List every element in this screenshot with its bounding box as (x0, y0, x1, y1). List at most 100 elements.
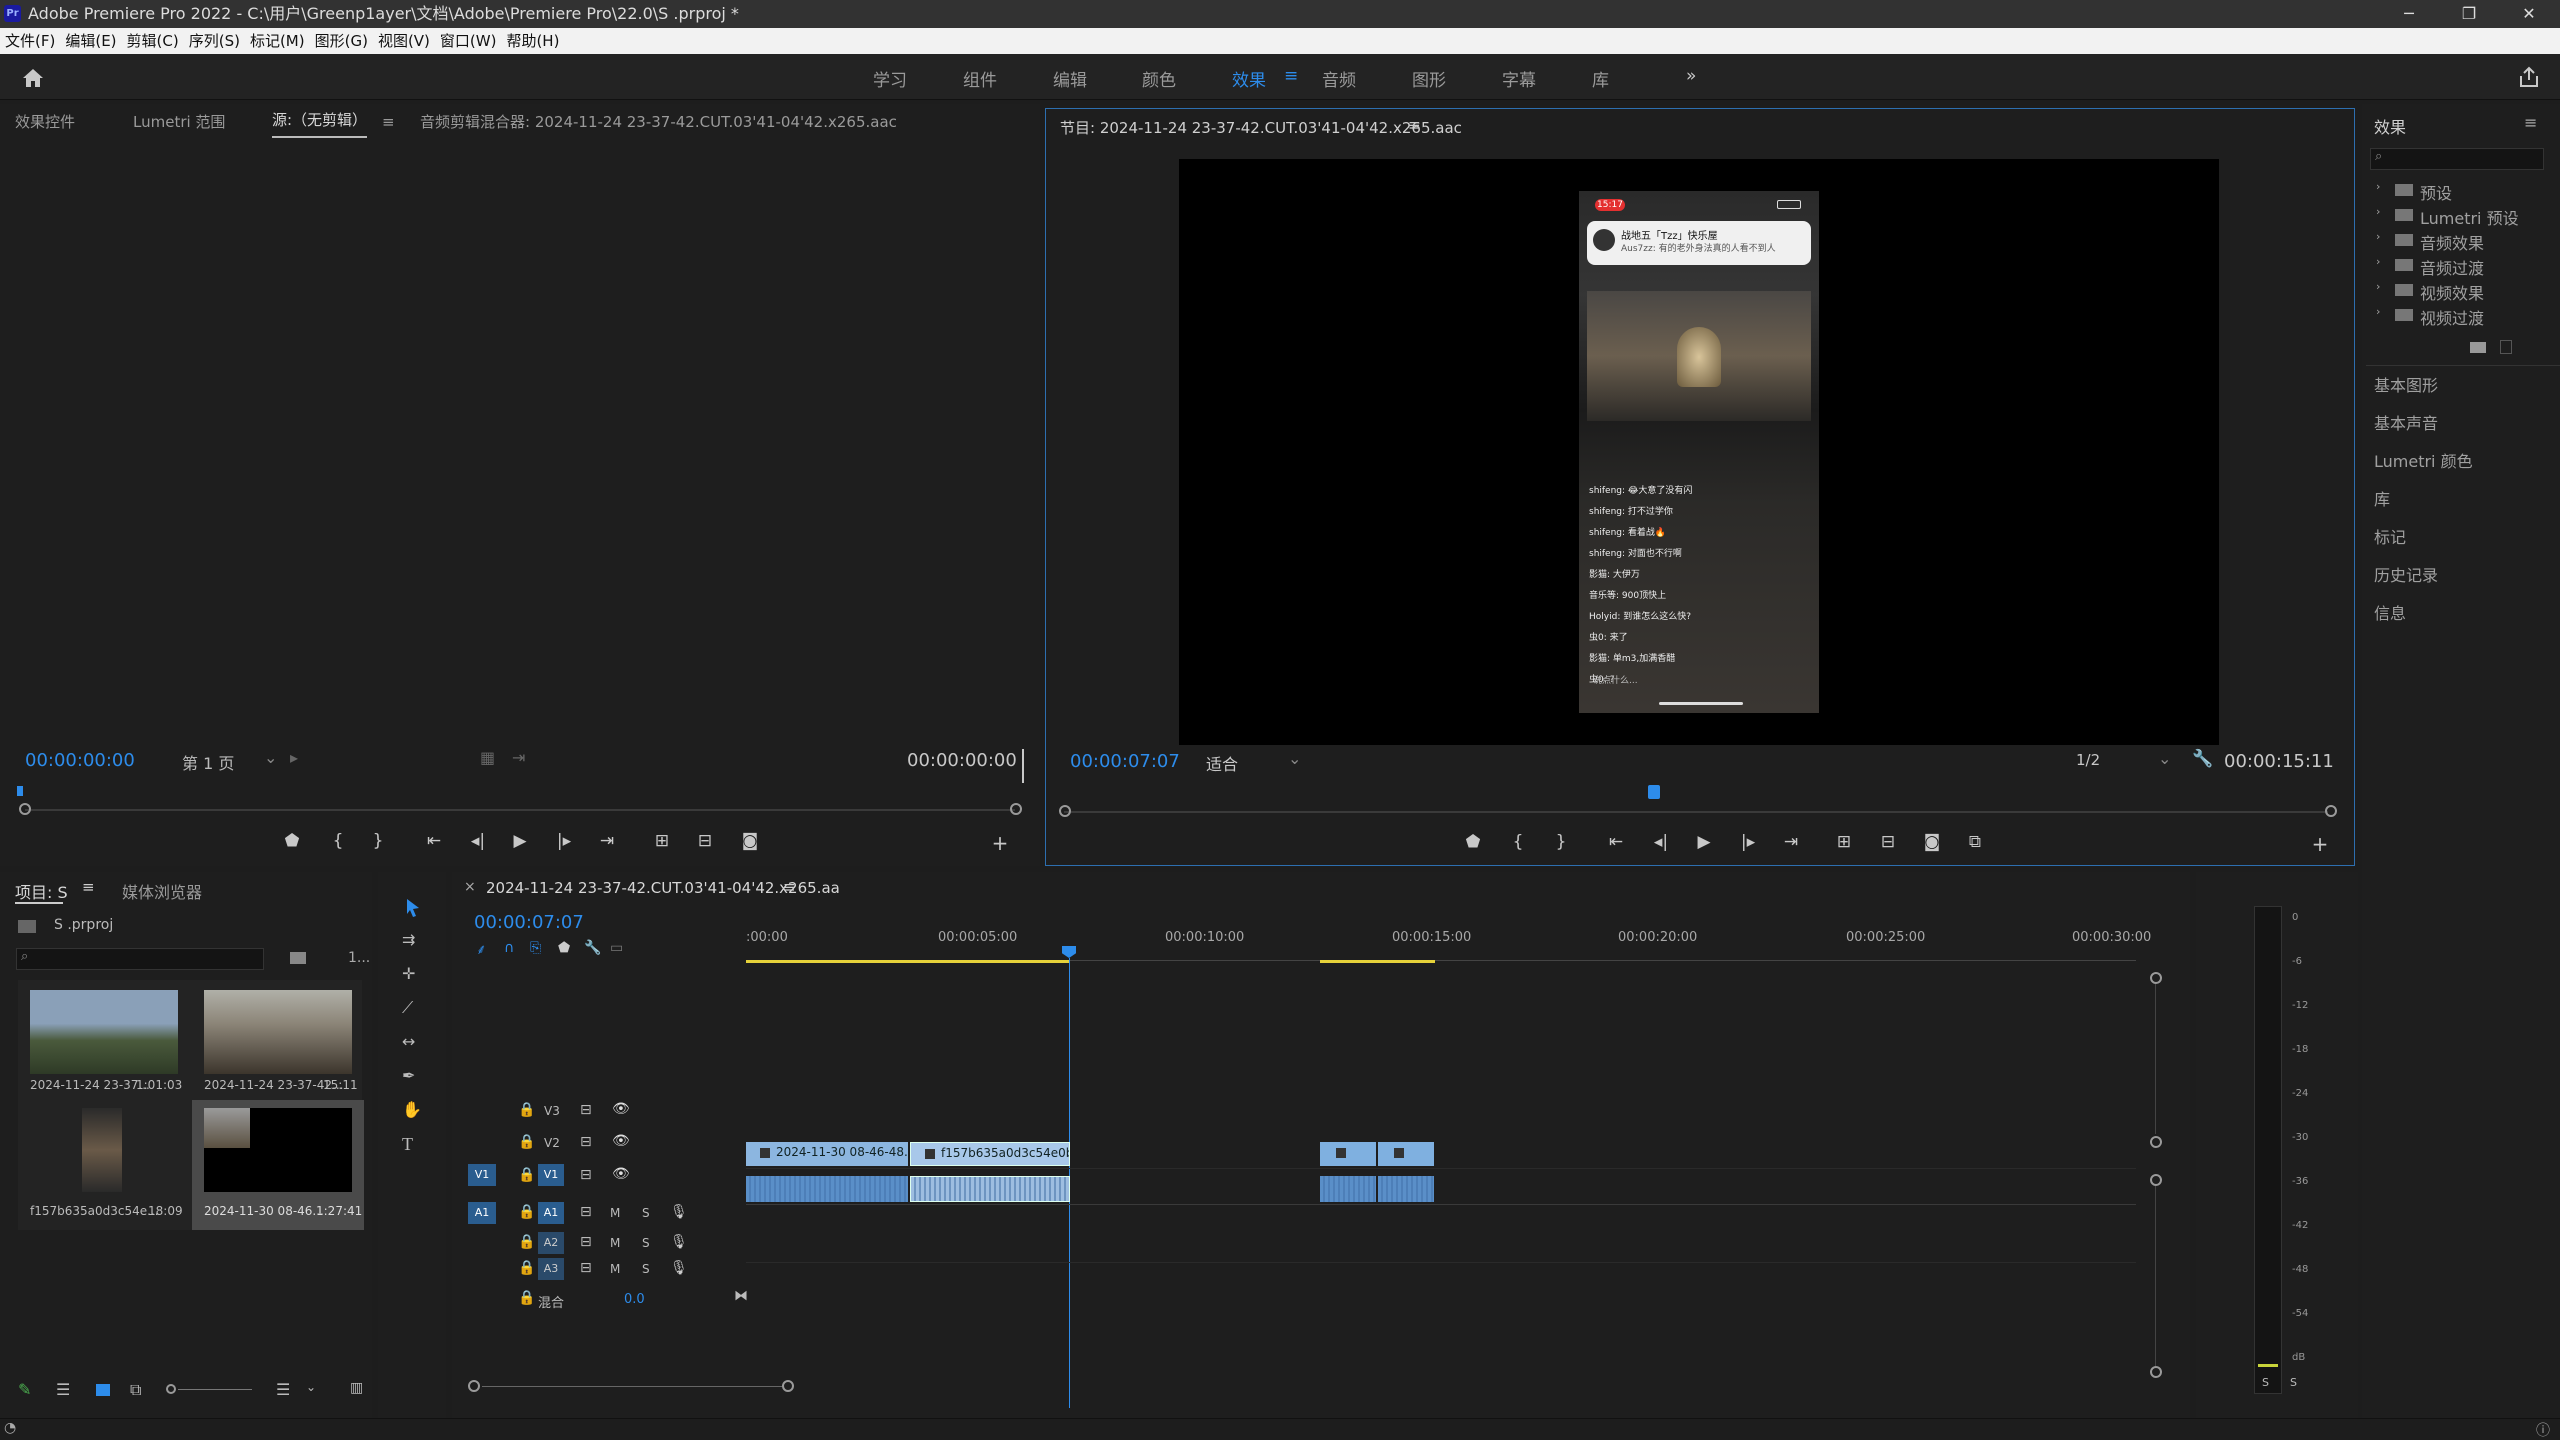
tree-audio-transitions[interactable]: 音频过渡 (2420, 255, 2484, 279)
add-marker-icon[interactable]: ⬟ (1461, 832, 1485, 852)
source-drop-icon[interactable]: ⇥ (512, 748, 525, 767)
tree-video-transitions[interactable]: 视频过渡 (2420, 305, 2484, 329)
project-menu-icon[interactable]: ≡ (82, 878, 95, 896)
video-clip-2[interactable]: f157b635a0d3c54e0b3 (910, 1142, 1070, 1166)
timeline-zoom-right-handle[interactable] (782, 1380, 794, 1392)
program-zoom-right-handle[interactable] (2325, 805, 2337, 817)
overwrite-icon[interactable]: ⊟ (693, 831, 717, 851)
new-folder-icon[interactable] (2470, 342, 2486, 353)
work-area-bar[interactable] (746, 960, 1070, 963)
tab-source[interactable]: 源:（无剪辑） (272, 104, 368, 138)
program-timecode[interactable]: 00:00:07:07 (1070, 751, 1180, 772)
page-select[interactable]: 第 1 页 (182, 750, 234, 774)
menu-edit[interactable]: 编辑(E) (60, 28, 121, 54)
insert-icon[interactable]: ⊞ (650, 831, 674, 851)
list-view-icon[interactable]: ☰ (56, 1380, 70, 1399)
add-button-icon[interactable]: + (988, 831, 1012, 855)
a-scroll-bottom-handle[interactable] (2150, 1366, 2162, 1378)
program-playhead[interactable] (1648, 785, 1660, 799)
sync-lock-icon[interactable]: ⊟ (580, 1102, 592, 1118)
source-timecode[interactable]: 00:00:00:00 (25, 750, 135, 771)
mark-out-icon[interactable]: } (1549, 832, 1573, 852)
v-scroll-bottom-handle[interactable] (2150, 1136, 2162, 1148)
pencil-icon[interactable]: ✎ (18, 1380, 31, 1399)
automate-icon[interactable]: ▥ (350, 1380, 363, 1396)
mark-in-icon[interactable]: { (1506, 832, 1530, 852)
info-icon[interactable]: ⓘ (2536, 1420, 2550, 1440)
menu-view[interactable]: 视图(V) (373, 28, 435, 54)
go-to-in-icon[interactable]: ⇤ (1604, 832, 1628, 852)
workspace-learning[interactable]: 学习 (873, 66, 907, 91)
lock-icon[interactable]: 🔒 (518, 1290, 535, 1306)
chevron-right-icon[interactable]: › (2376, 305, 2380, 318)
thumbnail-clip-2[interactable] (204, 990, 352, 1074)
go-to-out-icon[interactable]: ⇥ (595, 831, 619, 851)
source-patch-v1[interactable]: V1 (468, 1164, 496, 1186)
page-next-icon[interactable]: ▸ (290, 748, 298, 767)
type-tool-icon[interactable]: T (402, 1134, 413, 1155)
menu-markers[interactable]: 标记(M) (245, 28, 310, 54)
video-clip-1[interactable]: 2024-11-30 08-46-48.m (746, 1142, 908, 1166)
sync-lock-icon[interactable]: ⊟ (580, 1134, 592, 1150)
menu-file[interactable]: 文件(F) (0, 28, 60, 54)
menu-help[interactable]: 帮助(H) (501, 28, 564, 54)
menu-window[interactable]: 窗口(W) (435, 28, 502, 54)
eye-icon[interactable]: 👁 (612, 1133, 630, 1149)
zoom-slider-handle[interactable] (166, 1384, 176, 1394)
menu-sequence[interactable]: 序列(S) (184, 28, 245, 54)
play-icon[interactable]: ▶ (508, 831, 532, 851)
close-sequence-icon[interactable]: × (464, 879, 476, 895)
pen-tool-icon[interactable]: ✒ (402, 1066, 415, 1085)
timeline-timecode[interactable]: 00:00:07:07 (474, 912, 584, 933)
track-a1-label[interactable]: A1 (538, 1202, 564, 1224)
bin-icon[interactable] (290, 952, 306, 964)
section-essential-sound[interactable]: 基本声音 (2374, 410, 2438, 434)
solo-button[interactable]: S (642, 1206, 650, 1220)
timeline-zoom-track[interactable] (482, 1386, 782, 1387)
chevron-right-icon[interactable]: › (2376, 180, 2380, 193)
source-playhead[interactable] (17, 786, 23, 796)
home-icon[interactable] (22, 68, 44, 88)
program-menu-icon[interactable]: ≡ (1408, 116, 1421, 134)
tab-effect-controls[interactable]: 效果控件 (15, 104, 75, 140)
mark-in-icon[interactable]: { (326, 831, 350, 851)
video-clip-3[interactable] (1320, 1142, 1376, 1166)
step-forward-icon[interactable]: |▸ (1736, 832, 1760, 852)
lock-icon[interactable]: 🔒 (518, 1134, 535, 1150)
a-scroll-track[interactable] (2155, 1186, 2156, 1366)
selection-tool-icon[interactable] (404, 898, 422, 918)
linked-selection-icon[interactable]: ⎘ (530, 940, 541, 956)
delete-icon[interactable] (2500, 340, 2512, 354)
microphone-icon[interactable]: 🎙 (670, 1234, 688, 1250)
source-zoom-bar[interactable] (25, 809, 1015, 811)
source-menu-icon[interactable]: ≡ (382, 104, 395, 140)
source-settings-icon[interactable]: ▦ (480, 748, 495, 767)
program-zoom-left-handle[interactable] (1059, 805, 1071, 817)
close-button[interactable]: ✕ (2500, 0, 2558, 28)
more-workspaces-icon[interactable]: » (1686, 66, 1696, 86)
thumbnail-clip-3[interactable] (82, 1108, 122, 1192)
step-forward-icon[interactable]: |▸ (552, 831, 576, 851)
status-icon[interactable]: ◔ (4, 1420, 16, 1436)
fit-chevron-icon[interactable]: ⌄ (1288, 749, 1301, 768)
section-lumetri-color[interactable]: Lumetri 颜色 (2374, 448, 2473, 472)
workspace-effects[interactable]: 效果 (1232, 66, 1266, 91)
workspace-captions[interactable]: 字幕 (1502, 66, 1536, 91)
a-scroll-top-handle[interactable] (2150, 1174, 2162, 1186)
video-clip-4[interactable] (1378, 1142, 1434, 1166)
fit-select[interactable]: 适合 (1206, 751, 1238, 775)
sort-chevron-icon[interactable]: ⌄ (306, 1380, 316, 1394)
add-marker-icon[interactable]: ⬟ (280, 831, 304, 851)
play-icon[interactable]: ▶ (1692, 832, 1716, 852)
microphone-icon[interactable]: 🎙 (670, 1204, 688, 1220)
audio-clip-1[interactable] (746, 1176, 908, 1202)
track-v1-label[interactable]: V1 (538, 1164, 564, 1186)
menu-graphics[interactable]: 图形(G) (310, 28, 373, 54)
extract-icon[interactable]: ⊟ (1876, 832, 1900, 852)
source-patch-a1[interactable]: A1 (468, 1202, 496, 1224)
thumbnail-clip-4[interactable] (204, 1108, 352, 1192)
ripple-edit-tool-icon[interactable]: ✛ (402, 964, 415, 983)
export-frame-icon[interactable]: ◙ (1920, 832, 1944, 852)
step-back-icon[interactable]: ◂| (1649, 832, 1673, 852)
tab-lumetri-scopes[interactable]: Lumetri 范围 (133, 104, 225, 140)
